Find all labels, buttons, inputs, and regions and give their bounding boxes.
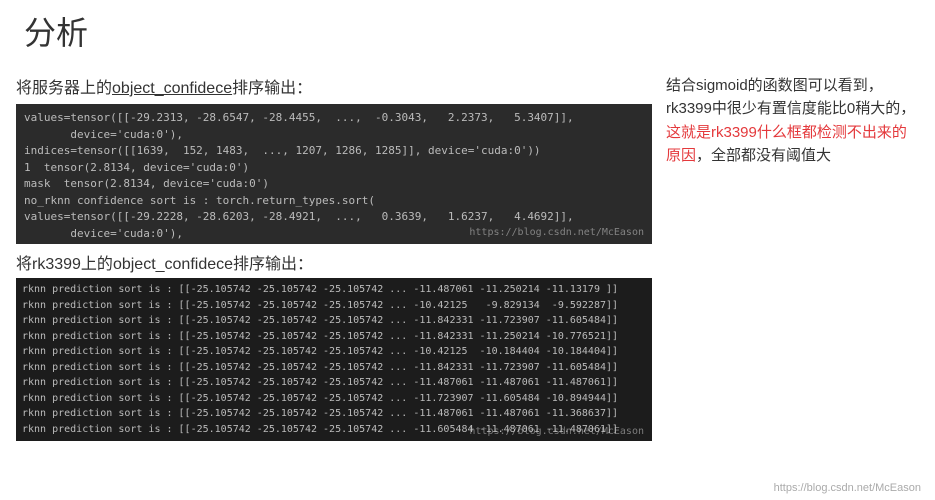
content-wrapper: 将服务器上的object_confidece排序输出： values=tenso… [0, 54, 935, 441]
page-title: 分析 [0, 0, 935, 54]
watermark-rk3399: https://blog.csdn.net/McEason [469, 424, 644, 440]
server-code-text: values=tensor([[-29.2313, -28.6547, -28.… [24, 111, 574, 240]
rk3399-code-text: rknn prediction sort is : [[-25.105742 -… [22, 284, 618, 435]
section2-pre: 将rk3399上的 [16, 256, 113, 273]
section2-post: 排序输出： [233, 256, 313, 273]
analysis-p2: ，全部都没有阈值大 [696, 147, 831, 164]
section1-underline: object_confidece [112, 80, 232, 97]
rk3399-code-block: rknn prediction sort is : [[-25.105742 -… [16, 278, 652, 441]
analysis-p1: 结合sigmoid的函数图可以看到，rk3399中很少有置信度能比0稍大的， [666, 77, 915, 117]
section1-pre: 将服务器上的 [16, 80, 112, 97]
watermark-server: https://blog.csdn.net/McEason [469, 225, 644, 240]
section2-underline: object_confidece [113, 256, 233, 273]
right-column: 结合sigmoid的函数图可以看到，rk3399中很少有置信度能比0稍大的，这就… [666, 74, 918, 441]
analysis-paragraph: 结合sigmoid的函数图可以看到，rk3399中很少有置信度能比0稍大的，这就… [666, 74, 918, 167]
left-column: 将服务器上的object_confidece排序输出： values=tenso… [16, 74, 652, 441]
section1-label: 将服务器上的object_confidece排序输出： [16, 74, 652, 98]
section2-label: 将rk3399上的object_confidece排序输出： [16, 250, 652, 274]
server-code-block: values=tensor([[-29.2313, -28.6547, -28.… [16, 104, 652, 244]
section1-post: 排序输出： [232, 80, 312, 97]
page-watermark: https://blog.csdn.net/McEason [774, 482, 921, 494]
